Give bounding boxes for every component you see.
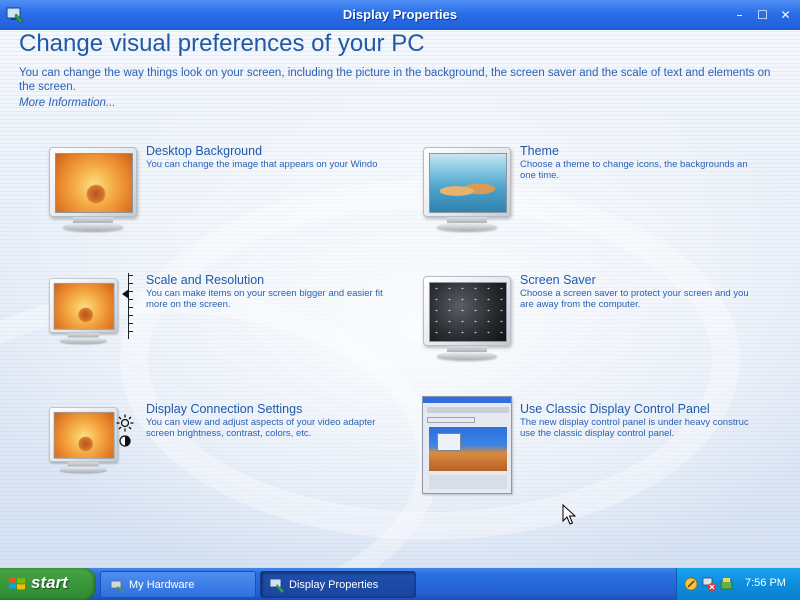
window-controls: – ☐ ✕ bbox=[731, 6, 794, 23]
scale-resolution-icon bbox=[46, 273, 142, 363]
page-title: Change visual preferences of your PC bbox=[19, 30, 425, 57]
start-button[interactable]: start bbox=[0, 568, 96, 600]
tray-security-icon[interactable] bbox=[719, 576, 735, 592]
slider-arrow-icon bbox=[122, 289, 129, 299]
minimize-button[interactable]: – bbox=[731, 6, 748, 23]
page-description: You can change the way things look on yo… bbox=[19, 67, 771, 93]
scale-resolution-item[interactable]: Scale and Resolution You can make items … bbox=[46, 273, 426, 383]
item-title[interactable]: Display Connection Settings bbox=[146, 402, 302, 416]
item-description: The new display control panel is under h… bbox=[520, 417, 749, 439]
item-description: Choose a theme to change icons, the back… bbox=[520, 159, 748, 181]
task-label: Display Properties bbox=[289, 579, 379, 591]
brightness-icon bbox=[116, 414, 134, 432]
display-connection-item[interactable]: Display Connection Settings You can view… bbox=[46, 402, 426, 512]
theme-item[interactable]: Theme Choose a theme to change icons, th… bbox=[420, 144, 800, 254]
close-button[interactable]: ✕ bbox=[777, 6, 794, 23]
monitor-icon bbox=[49, 407, 118, 473]
item-title[interactable]: Screen Saver bbox=[520, 273, 596, 287]
item-description: You can view and adjust aspects of your … bbox=[146, 417, 376, 439]
tray-network-icon[interactable] bbox=[701, 576, 717, 592]
theme-icon bbox=[420, 144, 516, 234]
tray-tools-icon[interactable] bbox=[683, 576, 699, 592]
item-description: Choose a screen saver to protect your sc… bbox=[520, 288, 749, 310]
screen-saver-icon bbox=[420, 273, 516, 363]
maximize-button[interactable]: ☐ bbox=[754, 6, 771, 23]
screen-saver-item[interactable]: Screen Saver Choose a screen saver to pr… bbox=[420, 273, 800, 383]
task-label: My Hardware bbox=[129, 579, 195, 591]
classic-display-icon bbox=[420, 396, 516, 494]
item-title[interactable]: Use Classic Display Control Panel bbox=[520, 402, 710, 416]
desktop-background-item[interactable]: Desktop Background You can change the im… bbox=[46, 144, 426, 254]
title-bar: Display Properties – ☐ ✕ bbox=[0, 0, 800, 30]
item-title[interactable]: Theme bbox=[520, 144, 559, 158]
classic-display-item[interactable]: Use Classic Display Control Panel The ne… bbox=[420, 396, 800, 506]
more-information-link[interactable]: More Information... bbox=[19, 97, 116, 109]
monitor-icon bbox=[423, 147, 511, 231]
taskbar-item-my-hardware[interactable]: My Hardware bbox=[100, 571, 256, 598]
window-title: Display Properties bbox=[342, 7, 458, 22]
monitor-icon bbox=[423, 276, 511, 360]
content-area: Change visual preferences of your PC You… bbox=[0, 30, 800, 568]
contrast-icon bbox=[119, 435, 131, 447]
ruler-icon bbox=[120, 273, 134, 339]
mouse-pointer-icon bbox=[562, 504, 576, 525]
item-title[interactable]: Desktop Background bbox=[146, 144, 262, 158]
hardware-icon bbox=[110, 580, 124, 593]
taskbar-clock[interactable]: 7:56 PM bbox=[745, 577, 786, 589]
display-properties-icon bbox=[269, 578, 284, 593]
classic-dialog-thumbnail bbox=[422, 396, 512, 494]
taskbar: start My Hardware Display Properties 7:5 bbox=[0, 568, 800, 600]
monitor-icon bbox=[49, 278, 118, 344]
start-label: start bbox=[31, 573, 68, 592]
desktop-background-icon bbox=[46, 144, 142, 234]
windows-logo-icon bbox=[9, 577, 25, 590]
item-description: You can make items on your screen bigger… bbox=[146, 288, 383, 310]
item-title[interactable]: Scale and Resolution bbox=[146, 273, 264, 287]
item-description: You can change the image that appears on… bbox=[146, 159, 378, 170]
system-tray: 7:56 PM bbox=[676, 568, 800, 600]
monitor-icon bbox=[49, 147, 137, 231]
display-connection-icon bbox=[46, 402, 142, 492]
taskbar-item-display-properties[interactable]: Display Properties bbox=[260, 571, 416, 598]
